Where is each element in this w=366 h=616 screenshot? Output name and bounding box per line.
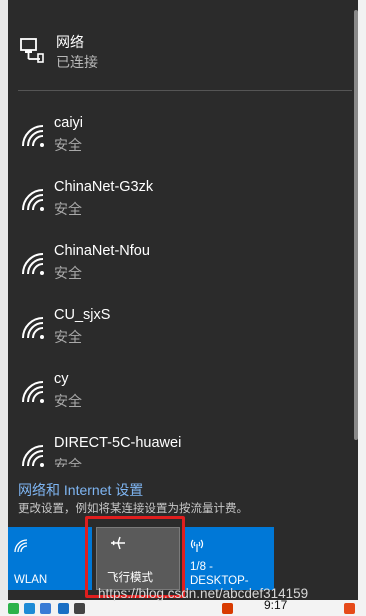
wifi-status: 安全 (54, 457, 82, 467)
notification-icon[interactable] (344, 603, 355, 614)
network-flyout: 网络 已连接 caiyi 安全 ChinaNet-G3zk 安全 ChinaNe… (8, 0, 358, 600)
watermark: https://blog.csdn.net/abcdef314159 (98, 586, 309, 601)
mobile-hotspot-tile[interactable]: 1/8 - DESKTOP- (184, 527, 274, 590)
wechat-icon[interactable] (8, 603, 19, 614)
wifi-item-chinanet-nfou[interactable]: ChinaNet-Nfou 安全 (8, 243, 354, 303)
desktop-right-edge (358, 0, 366, 616)
wifi-status: 安全 (54, 265, 82, 281)
wlan-tile-label: WLAN (14, 574, 48, 586)
browser-icon[interactable] (24, 603, 35, 614)
wifi-status: 安全 (54, 393, 82, 409)
wifi-icon (22, 381, 44, 403)
network-tray-icon[interactable] (74, 603, 85, 614)
network-status: 已连接 (56, 54, 98, 70)
app-icon[interactable] (58, 603, 69, 614)
wifi-status: 安全 (54, 201, 82, 217)
divider (18, 90, 352, 91)
mail-icon[interactable] (40, 603, 51, 614)
desktop-left-edge (0, 0, 8, 616)
wifi-status: 安全 (54, 329, 82, 345)
wifi-item-cy[interactable]: cy 安全 (8, 371, 354, 431)
wifi-name: ChinaNet-Nfou (54, 243, 150, 259)
wifi-name: caiyi (54, 115, 84, 131)
wifi-item-chinanet-g3zk[interactable]: ChinaNet-G3zk 安全 (8, 179, 354, 239)
wired-network-item[interactable]: 网络 已连接 (8, 22, 354, 82)
wifi-icon (14, 539, 28, 553)
wifi-icon (22, 189, 44, 211)
wifi-status: 安全 (54, 137, 82, 153)
hotspot-icon (190, 539, 204, 552)
wifi-name: CU_sjxS (54, 307, 111, 323)
wifi-item-caiyi[interactable]: caiyi 安全 (8, 115, 354, 175)
wifi-icon (22, 125, 44, 147)
wifi-name: cy (54, 371, 69, 387)
wifi-name: DIRECT-5C-huawei (54, 435, 182, 451)
wifi-icon (22, 253, 44, 275)
hotspot-tile-label: 1/8 - DESKTOP- (190, 561, 249, 587)
taskbar: 9:17 (0, 598, 366, 616)
wifi-item-cu-sjxs[interactable]: CU_sjxS 安全 (8, 307, 354, 367)
wifi-item-direct-5c-huawei[interactable]: DIRECT-5C-huawei 安全 (8, 435, 354, 467)
wifi-icon (22, 317, 44, 339)
wlan-tile[interactable]: WLAN (8, 527, 92, 590)
scrollbar[interactable] (354, 10, 358, 440)
settings-description: 更改设置，例如将某连接设置为按流量计费。 (18, 503, 248, 515)
ethernet-icon (20, 38, 44, 63)
wifi-icon (22, 445, 44, 467)
wifi-name: ChinaNet-G3zk (54, 179, 154, 195)
network-title: 网络 (56, 34, 84, 50)
office-icon[interactable] (222, 603, 233, 614)
network-internet-settings-link[interactable]: 网络和 Internet 设置 (18, 480, 143, 500)
